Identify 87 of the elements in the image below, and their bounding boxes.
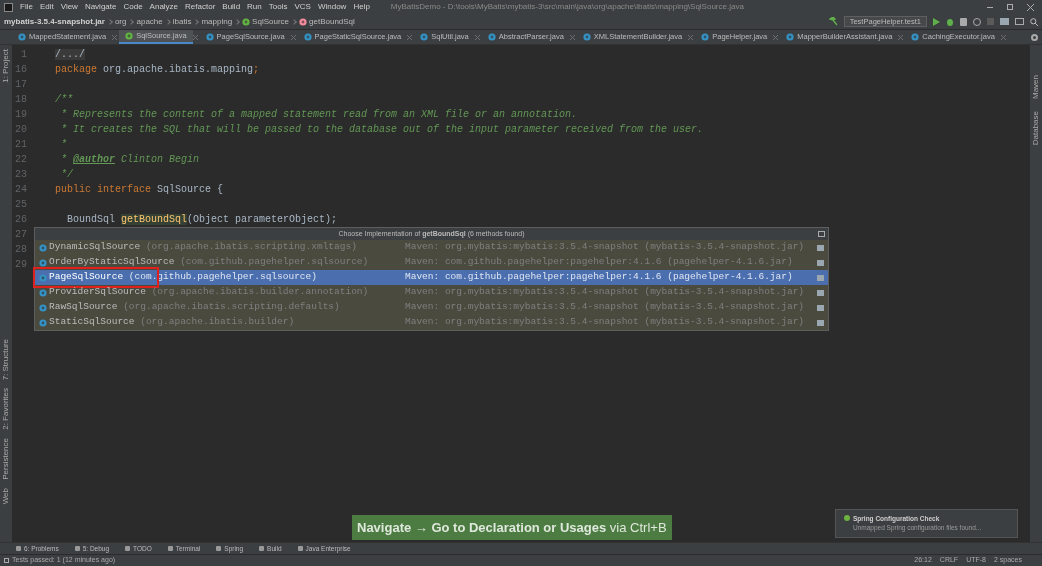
tip-of-the-day: Navigate → Go to Declaration or Usages via Ctrl+B — [352, 514, 672, 540]
implementation-list-item[interactable]: DynamicSqlSource (org.apache.ibatis.scripting.xmltags) Maven: org.mybatis:mybatis:3.5.4-snapshot (mybatis-3.5.4-snapshot.jar) — [35, 240, 828, 255]
class-icon — [582, 33, 591, 41]
menu-item[interactable]: VCS — [294, 1, 311, 13]
hammer-icon[interactable] — [828, 17, 838, 26]
menu-item[interactable]: Refactor — [185, 1, 216, 13]
tool-window-button[interactable]: Web — [0, 487, 12, 505]
menu-item[interactable]: Analyze — [149, 1, 179, 13]
menu-item[interactable]: Run — [247, 1, 262, 13]
close-tab-icon[interactable] — [112, 34, 118, 40]
interface-icon — [242, 17, 251, 26]
close-tab-icon[interactable] — [407, 34, 413, 40]
line-number: 29 — [14, 258, 28, 272]
line-number: 27 — [14, 228, 28, 242]
tool-window-button[interactable]: 1: Project — [0, 49, 12, 83]
breadcrumb[interactable]: apache — [136, 15, 163, 28]
line-number: 19 — [14, 108, 28, 122]
breadcrumb[interactable]: getBoundSql — [309, 15, 355, 28]
line-number: 24 — [14, 183, 28, 197]
line-number: 21 — [14, 138, 28, 152]
tool-window-button[interactable]: 7: Structure — [0, 338, 12, 381]
line-number: 20 — [14, 123, 28, 137]
close-icon[interactable] — [1027, 3, 1034, 11]
class-icon — [786, 33, 795, 41]
line-number: 17 — [14, 78, 28, 92]
code-line: BoundSql getBoundSql(Object parameterObject); — [66, 213, 338, 227]
window-title: MyBatisDemo - D:\tools\MyBatis\mybatis-3\src\main\java\org\apache\ibatis\mapping\SqlSource.java — [390, 1, 744, 13]
code-line: package org.apache.ibatis.mapping; — [55, 63, 260, 77]
close-tab-icon[interactable] — [290, 34, 296, 40]
maximize-icon[interactable] — [1007, 4, 1013, 10]
breadcrumb[interactable]: mapping — [201, 15, 233, 28]
menu-item[interactable]: Navigate — [84, 1, 117, 13]
method-icon — [299, 17, 308, 26]
code-line: /** — [55, 93, 73, 107]
close-tab-icon[interactable] — [1000, 34, 1006, 40]
line-number: 26 — [14, 213, 28, 227]
close-tab-icon[interactable] — [688, 34, 694, 40]
code-line: * Represents the content of a mapped statement read from an XML file or an annotation. — [60, 108, 578, 122]
close-tab-icon[interactable] — [474, 34, 480, 40]
class-icon — [303, 33, 312, 41]
menu-item[interactable]: Window — [317, 1, 347, 13]
menu-item[interactable]: Edit — [39, 1, 54, 13]
menu-item[interactable]: Tools — [268, 1, 288, 13]
implementation-list-item[interactable]: RawSqlSource (org.apache.ibatis.scripting.defaults) Maven: org.mybatis:mybatis:3.5.4-snapshot (mybatis-3.5.4-snapshot.jar) — [35, 300, 828, 315]
breadcrumb[interactable]: org — [114, 15, 127, 28]
close-tab-icon[interactable] — [898, 34, 904, 40]
line-number: 28 — [14, 243, 28, 257]
class-icon — [420, 33, 429, 41]
code-line: public interface SqlSource { — [55, 183, 224, 197]
class-icon — [487, 33, 496, 41]
minimize-icon[interactable] — [987, 6, 993, 8]
line-number: 16 — [14, 63, 28, 77]
class-icon — [911, 33, 920, 41]
class-icon — [18, 33, 26, 41]
code-line: * — [60, 138, 67, 152]
breadcrumb[interactable]: mybatis-3.5.4-snapshot.jar — [4, 15, 105, 28]
breadcrumb[interactable]: SqlSource — [252, 15, 290, 28]
close-tab-icon[interactable] — [569, 34, 575, 40]
code-line: */ — [60, 168, 73, 182]
line-number: 23 — [14, 168, 28, 182]
tool-window-button[interactable]: Persistence — [0, 437, 12, 480]
line-number: 22 — [14, 153, 28, 167]
menu-item[interactable]: Help — [353, 1, 370, 13]
tool-window-button[interactable]: Database — [1030, 111, 1042, 146]
interface-icon — [125, 32, 134, 40]
tool-window-button[interactable]: 2: Favorites — [0, 388, 12, 430]
implementation-list-item[interactable]: OrderByStaticSqlSource (com.github.pagehelper.sqlsource) Maven: com.github.pagehelper:pagehelper:4.1.6 (pagehelper-4.1.6.jar) — [35, 255, 828, 270]
code-line: * It creates the SQL that will be passed to the database out of the input parameter received from the user. — [60, 123, 704, 137]
class-icon — [205, 33, 214, 41]
line-number: 25 — [14, 198, 28, 212]
app-logo-icon — [4, 2, 13, 12]
line-number: 18 — [14, 93, 28, 107]
close-tab-icon[interactable] — [192, 34, 198, 40]
implementation-list-item[interactable]: ProviderSqlSource (org.apache.ibatis.builder.annotation) Maven: org.mybatis:mybatis:3.5.4-snapshot (mybatis-3.5.4-snapshot.jar) — [35, 285, 828, 300]
menu-item[interactable]: File — [20, 1, 33, 13]
run-icon[interactable] — [933, 17, 940, 26]
menu-item[interactable]: Code — [123, 1, 143, 13]
menu-item[interactable]: View — [60, 1, 78, 13]
search-icon[interactable] — [1030, 17, 1038, 26]
breadcrumb[interactable]: ibatis — [172, 15, 192, 28]
menu-item[interactable]: Build — [222, 1, 241, 13]
close-tab-icon[interactable] — [773, 34, 779, 40]
code-line: * @author Clinton Begin — [60, 153, 200, 167]
implementation-list-item[interactable]: StaticSqlSource (org.apache.ibatis.builder) Maven: org.mybatis:mybatis:3.5.4-snapshot (mybatis-3.5.4-snapshot.jar) — [35, 315, 828, 330]
line-number: 1 — [20, 48, 28, 62]
class-icon — [701, 33, 710, 41]
tool-window-button[interactable]: Maven — [1030, 75, 1042, 99]
